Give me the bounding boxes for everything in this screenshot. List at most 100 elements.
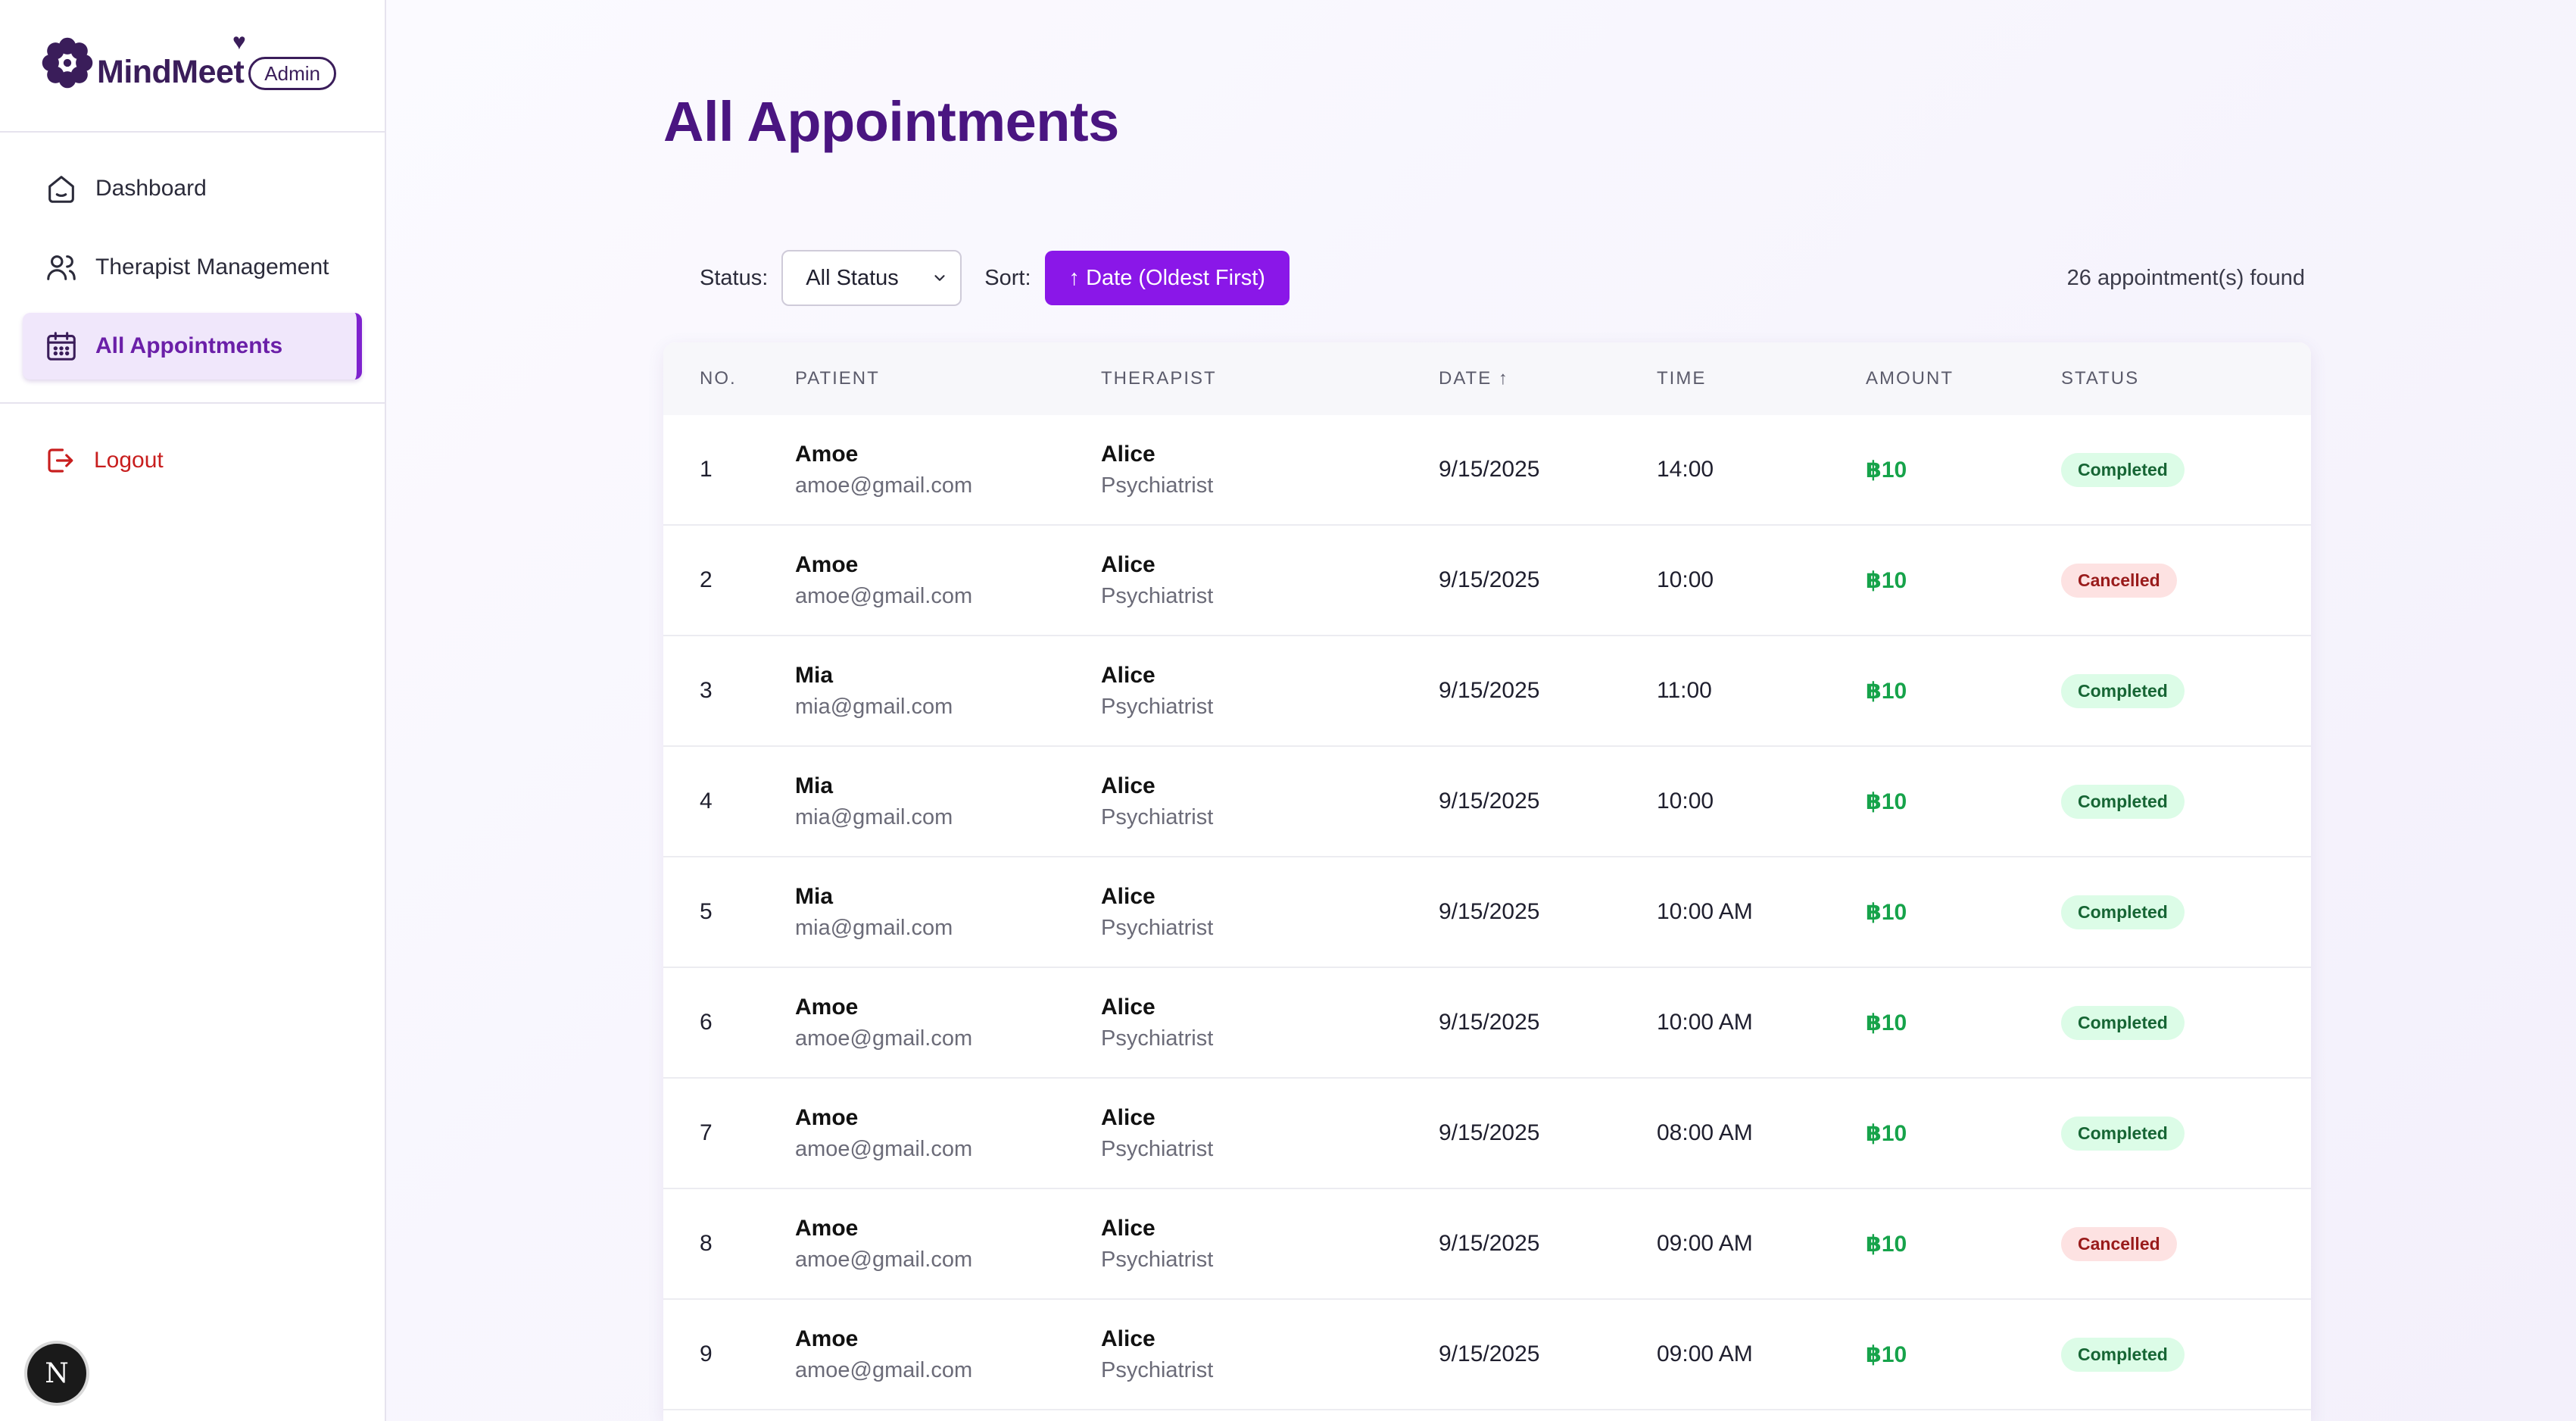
row-number: 5: [700, 899, 713, 924]
brand-logo[interactable]: MindMeet ♥ Admin: [0, 0, 385, 133]
sidebar-item-label: All Appointments: [95, 333, 283, 358]
table-row[interactable]: 5 Mia mia@gmail.com Alice Psychiatrist 9/1…: [663, 857, 2311, 968]
column-header-patient: PATIENT: [795, 368, 880, 389]
appointment-time: 09:00 AM: [1657, 1341, 1753, 1366]
therapist-name: Alice: [1101, 1215, 1155, 1241]
appointment-amount: ฿10: [1866, 1341, 1907, 1367]
patient-email: mia@gmail.com: [795, 804, 953, 829]
status-cell: Completed: [2061, 784, 2311, 819]
table-row[interactable]: 1 Amoe amoe@gmail.com Alice Psychiatrist 9…: [663, 415, 2311, 526]
patient-email: amoe@gmail.com: [795, 1136, 973, 1161]
patient-cell: Amoe amoe@gmail.com: [795, 1216, 1101, 1273]
brand-name: MindMeet ♥: [97, 31, 246, 91]
patient-cell: Amoe amoe@gmail.com: [795, 1105, 1101, 1162]
patient-email: amoe@gmail.com: [795, 1357, 973, 1382]
therapist-cell: Alice Psychiatrist: [1101, 1216, 1439, 1273]
sidebar: MindMeet ♥ Admin Dashboard Therapist Man…: [0, 0, 386, 1421]
appointment-amount: ฿10: [1866, 899, 1907, 925]
therapist-cell: Alice Psychiatrist: [1101, 1326, 1439, 1383]
therapist-cell: Alice Psychiatrist: [1101, 442, 1439, 498]
status-badge: Completed: [2061, 1337, 2185, 1372]
therapist-role: Psychiatrist: [1101, 915, 1214, 940]
sidebar-item-therapist-management[interactable]: Therapist Management: [23, 234, 362, 301]
row-number: 3: [700, 678, 713, 703]
sidebar-divider: [0, 402, 385, 404]
patient-name: Amoe: [795, 441, 859, 467]
patient-email: mia@gmail.com: [795, 694, 953, 719]
patient-cell: Amoe amoe@gmail.com: [795, 552, 1101, 609]
status-filter-select[interactable]: All Status: [781, 250, 962, 306]
flower-logo-icon: [42, 37, 93, 88]
status-badge: Cancelled: [2061, 563, 2177, 598]
filter-bar: Status: All Status Sort: ↑ Date (Oldest …: [700, 250, 2305, 306]
table-row[interactable]: 9 Amoe amoe@gmail.com Alice Psychiatrist 9…: [663, 1300, 2311, 1410]
status-cell: Completed: [2061, 895, 2311, 929]
status-cell: Cancelled: [2061, 1226, 2311, 1261]
row-number: 6: [700, 1010, 713, 1035]
therapist-cell: Alice Psychiatrist: [1101, 884, 1439, 941]
appointment-amount: ฿10: [1866, 789, 1907, 814]
therapist-role: Psychiatrist: [1101, 583, 1214, 608]
therapist-name: Alice: [1101, 883, 1155, 909]
patient-name: Amoe: [795, 551, 859, 577]
sidebar-nav: Dashboard Therapist Management All Appoi…: [0, 133, 385, 379]
patient-name: Mia: [795, 883, 834, 909]
therapist-cell: Alice Psychiatrist: [1101, 773, 1439, 830]
dev-tools-badge[interactable]: N: [27, 1344, 86, 1403]
column-header-amount: AMOUNT: [1866, 368, 1954, 389]
status-cell: Completed: [2061, 452, 2311, 487]
column-header-date[interactable]: DATE ↑: [1439, 368, 1657, 389]
patient-cell: Amoe amoe@gmail.com: [795, 1326, 1101, 1383]
therapist-role: Psychiatrist: [1101, 694, 1214, 719]
therapist-role: Psychiatrist: [1101, 1247, 1214, 1272]
table-row[interactable]: 2 Amoe amoe@gmail.com Alice Psychiatrist 9…: [663, 526, 2311, 636]
table-row[interactable]: 4 Mia mia@gmail.com Alice Psychiatrist 9/1…: [663, 747, 2311, 857]
therapist-name: Alice: [1101, 1104, 1155, 1130]
therapist-name: Alice: [1101, 1326, 1155, 1351]
appointment-time: 10:00 AM: [1657, 1010, 1753, 1035]
status-badge: Completed: [2061, 452, 2185, 487]
sort-label: Sort:: [984, 265, 1031, 290]
patient-email: mia@gmail.com: [795, 915, 953, 940]
table-header: NO. PATIENT THERAPIST DATE ↑ TIME AMOUNT…: [663, 342, 2311, 415]
appointment-time: 09:00 AM: [1657, 1231, 1753, 1256]
chevron-down-icon: [934, 275, 945, 281]
table-row[interactable]: 3 Mia mia@gmail.com Alice Psychiatrist 9/1…: [663, 636, 2311, 747]
patient-name: Amoe: [795, 994, 859, 1020]
status-filter-label: Status:: [700, 265, 769, 290]
status-cell: Completed: [2061, 1116, 2311, 1151]
logout-button[interactable]: Logout: [0, 434, 385, 487]
status-badge: Cancelled: [2061, 1226, 2177, 1261]
status-badge: Completed: [2061, 784, 2185, 819]
sidebar-item-all-appointments[interactable]: All Appointments: [23, 313, 362, 379]
therapist-role: Psychiatrist: [1101, 1357, 1214, 1382]
table-row[interactable]: 6 Amoe amoe@gmail.com Alice Psychiatrist 9…: [663, 968, 2311, 1079]
status-badge: Completed: [2061, 1116, 2185, 1151]
appointment-amount: ฿10: [1866, 1231, 1907, 1257]
therapist-name: Alice: [1101, 551, 1155, 577]
appointment-date: 9/15/2025: [1439, 457, 1540, 482]
table-row[interactable]: 8 Amoe amoe@gmail.com Alice Psychiatrist 9…: [663, 1189, 2311, 1300]
sidebar-item-dashboard[interactable]: Dashboard: [23, 155, 362, 222]
sidebar-item-label: Therapist Management: [95, 255, 329, 280]
patient-cell: Mia mia@gmail.com: [795, 884, 1101, 941]
table-row[interactable]: 7 Amoe amoe@gmail.com Alice Psychiatrist 9…: [663, 1079, 2311, 1189]
logout-label: Logout: [94, 448, 164, 473]
appointment-time: 14:00: [1657, 457, 1714, 482]
patient-name: Amoe: [795, 1326, 859, 1351]
users-icon: [47, 255, 76, 280]
patient-name: Mia: [795, 662, 834, 688]
row-number: 2: [700, 567, 713, 592]
appointment-date: 9/15/2025: [1439, 1341, 1540, 1366]
column-header-time: TIME: [1657, 368, 1707, 389]
sort-date-button[interactable]: ↑ Date (Oldest First): [1044, 251, 1290, 305]
appointment-date: 9/15/2025: [1439, 678, 1540, 703]
therapist-role: Psychiatrist: [1101, 804, 1214, 829]
appointment-amount: ฿10: [1866, 567, 1907, 593]
admin-badge: Admin: [248, 56, 336, 90]
brand-name-text: MindMeet: [97, 54, 245, 90]
row-number: 4: [700, 789, 713, 814]
appointments-table: NO. PATIENT THERAPIST DATE ↑ TIME AMOUNT…: [663, 342, 2311, 1421]
patient-cell: Mia mia@gmail.com: [795, 663, 1101, 720]
appointment-time: 10:00 AM: [1657, 899, 1753, 924]
